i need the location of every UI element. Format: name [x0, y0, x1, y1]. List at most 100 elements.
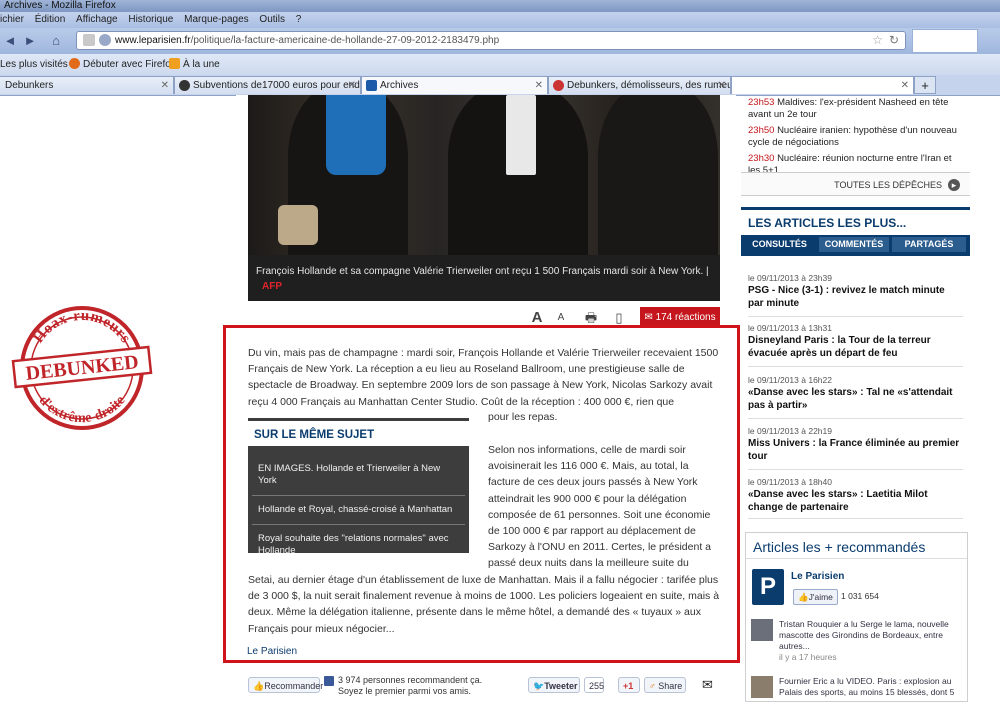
- close-icon[interactable]: ✕: [901, 77, 909, 94]
- bookmarks-bar: Les plus visités Débuter avec Firefox À …: [0, 54, 1000, 75]
- all-dispatches-label: TOUTES LES DÉPÊCHES: [834, 180, 942, 190]
- page-info-icon[interactable]: [83, 34, 95, 46]
- thumb-icon: 👍: [798, 592, 809, 602]
- news-time: 23h53: [748, 97, 775, 108]
- photo-figure: [278, 205, 318, 245]
- url-path: /politique/la-facture-americaine-de-holl…: [190, 35, 500, 46]
- email-icon[interactable]: ✉: [702, 677, 713, 693]
- news-item[interactable]: 23h50 Nucléaire iranien: hypothèse d'un …: [748, 125, 966, 149]
- share-bar: 👍Recommander 3 974 personnes recommanden…: [248, 675, 728, 697]
- most-articles-title: LES ARTICLES LES PLUS...: [741, 207, 970, 235]
- related-link[interactable]: EN IMAGES. Hollande et Trierweiler à New…: [252, 446, 465, 496]
- news-time: 23h30: [748, 153, 775, 164]
- bookmark-star-icon[interactable]: ☆: [872, 32, 883, 49]
- photo-caption: François Hollande et sa compagne Valérie…: [248, 255, 720, 301]
- most-article-title: «Danse avec les stars» : Laetitia Milot …: [748, 489, 928, 513]
- bookmark-headlines[interactable]: À la une: [169, 54, 220, 75]
- site-favicon-icon: [179, 80, 190, 91]
- related-link[interactable]: Royal souhaite des "relations normales" …: [252, 525, 465, 557]
- thumb-icon: 👍: [253, 681, 265, 691]
- bookmark-headlines-label: À la une: [183, 59, 220, 70]
- avatar: [751, 619, 773, 641]
- recommend-label: Recommander: [264, 681, 324, 691]
- most-article-date: le 09/11/2013 à 18h40: [748, 477, 832, 487]
- reload-icon[interactable]: ↻: [889, 32, 899, 49]
- article-paragraph-1: Du vin, mais pas de champagne : mardi so…: [248, 347, 719, 408]
- tab-partages[interactable]: PARTAGÉS: [892, 237, 966, 252]
- article-paragraph-1-end: pour les repas.: [488, 411, 558, 423]
- all-dispatches-link[interactable]: TOUTES LES DÉPÊCHES ▸: [741, 172, 970, 196]
- menu-marque-pages[interactable]: Marque-pages: [180, 12, 252, 28]
- most-article-date: le 09/11/2013 à 23h39: [748, 273, 832, 283]
- most-article-item[interactable]: le 09/11/2013 à 18h40 «Danse avec les st…: [748, 476, 963, 519]
- most-article-item[interactable]: le 09/11/2013 à 23h39 PSG - Nice (3-1) :…: [748, 272, 963, 317]
- svg-text:d'extrême-droite: d'extrême-droite: [36, 393, 129, 426]
- related-link[interactable]: Hollande et Royal, chassé-croisé à Manha…: [252, 496, 465, 525]
- photo-figure: [506, 95, 536, 175]
- menu-affichage[interactable]: Affichage: [72, 12, 122, 28]
- article-byline[interactable]: Le Parisien: [247, 646, 297, 657]
- close-icon[interactable]: ✕: [535, 77, 543, 94]
- most-article-item[interactable]: le 09/11/2013 à 13h31 Disneyland Paris :…: [748, 322, 963, 367]
- most-article-item[interactable]: le 09/11/2013 à 16h22 «Danse avec les st…: [748, 374, 963, 419]
- tab-debunkers-demolisseurs[interactable]: Debunkers, démolisseurs, des rumeur... ✕: [548, 76, 731, 94]
- facebook-recommend-button[interactable]: 👍Recommander: [248, 677, 324, 693]
- bookmark-getting-started-label: Débuter avec Firefox: [83, 59, 176, 70]
- menu-historique[interactable]: Historique: [124, 12, 177, 28]
- home-icon[interactable]: ⌂: [48, 33, 64, 49]
- close-icon[interactable]: ✕: [161, 77, 169, 94]
- caption-credit: AFP: [262, 281, 282, 292]
- share-button[interactable]: ♂ Share: [644, 677, 686, 693]
- tab-label: Subventions de17000 euros pour end...: [193, 80, 361, 91]
- menu-fichier[interactable]: ichier: [0, 12, 28, 28]
- back-icon[interactable]: ◄: [2, 33, 18, 49]
- article-paragraph-2: Selon nos informations, celle de mardi s…: [488, 444, 712, 570]
- recommended-title: Articles les + recommandés: [746, 533, 967, 559]
- article-photo[interactable]: [248, 95, 720, 255]
- firefox-icon: [69, 58, 80, 69]
- tab-label: Archives: [380, 80, 419, 91]
- recommended-box: Articles les + recommandés P Le Parisien…: [745, 532, 968, 702]
- navigation-bar: ◄ ► ⌂ www.leparisien.fr/politique/la-fac…: [0, 28, 1000, 54]
- close-icon[interactable]: ✕: [718, 77, 726, 94]
- menu-outils[interactable]: Outils: [255, 12, 289, 28]
- tab-commentes[interactable]: COMMENTÉS: [819, 237, 889, 252]
- share-label: Share: [658, 681, 683, 691]
- news-item[interactable]: 23h53 Maldives: l'ex-président Nasheed e…: [748, 97, 966, 121]
- share-icon: ♂: [649, 681, 656, 691]
- search-input[interactable]: [912, 29, 978, 53]
- recommendation-item[interactable]: Fournier Eric a lu VIDEO. Paris : explos…: [751, 676, 963, 701]
- most-article-title: Disneyland Paris : la Tour de la terreur…: [748, 335, 931, 359]
- svg-text:Hoax-rumeurs: Hoax-rumeurs: [31, 308, 134, 346]
- close-icon[interactable]: ✕: [348, 77, 356, 94]
- bookmark-most-visited[interactable]: Les plus visités: [0, 54, 68, 75]
- site-identity-icon[interactable]: [99, 34, 111, 46]
- stamp-top-text: Hoax-rumeurs: [31, 308, 133, 346]
- le-parisien-logo[interactable]: P: [752, 569, 784, 605]
- bookmark-most-visited-label: Les plus visités: [0, 59, 68, 70]
- most-article-item[interactable]: le 09/11/2013 à 22h19 Miss Univers : la …: [748, 425, 963, 470]
- like-label: J'aime: [808, 592, 833, 602]
- forward-icon[interactable]: ►: [22, 33, 38, 49]
- url-bar[interactable]: www.leparisien.fr/politique/la-facture-a…: [76, 31, 906, 50]
- most-article-title: Miss Univers : la France éliminée au pre…: [748, 438, 960, 462]
- most-article-date: le 09/11/2013 à 22h19: [748, 426, 832, 436]
- facebook-recommend-text: 3 974 personnes recommandent ça. Soyez l…: [338, 675, 483, 696]
- tab-consultes[interactable]: CONSULTÉS: [743, 237, 816, 252]
- bookmark-getting-started[interactable]: Débuter avec Firefox: [69, 54, 176, 75]
- like-button[interactable]: 👍J'aime: [793, 589, 838, 605]
- menu-aide[interactable]: ?: [292, 12, 306, 28]
- most-article-title: «Danse avec les stars» : Tal ne «s'atten…: [748, 387, 953, 411]
- google-plus-button[interactable]: +1: [618, 677, 640, 693]
- new-tab-button[interactable]: +: [914, 76, 936, 94]
- menu-edition[interactable]: Édition: [31, 12, 70, 28]
- tab-debunkers[interactable]: Debunkers ✕: [0, 76, 174, 94]
- recommendation-item[interactable]: Tristan Rouquier a lu Serge le lama, nou…: [751, 619, 963, 663]
- tab-subventions[interactable]: Subventions de17000 euros pour end... ✕: [174, 76, 361, 94]
- tab-archives[interactable]: Archives ✕: [361, 76, 548, 94]
- recommendation-text: Fournier Eric a lu VIDEO. Paris : explos…: [779, 676, 955, 701]
- page-name[interactable]: Le Parisien: [791, 571, 844, 582]
- most-article-title: PSG - Nice (3-1) : revivez le match minu…: [748, 285, 945, 309]
- tab-blank[interactable]: ✕: [731, 76, 914, 94]
- tweet-button[interactable]: 🐦Tweeter: [528, 677, 580, 693]
